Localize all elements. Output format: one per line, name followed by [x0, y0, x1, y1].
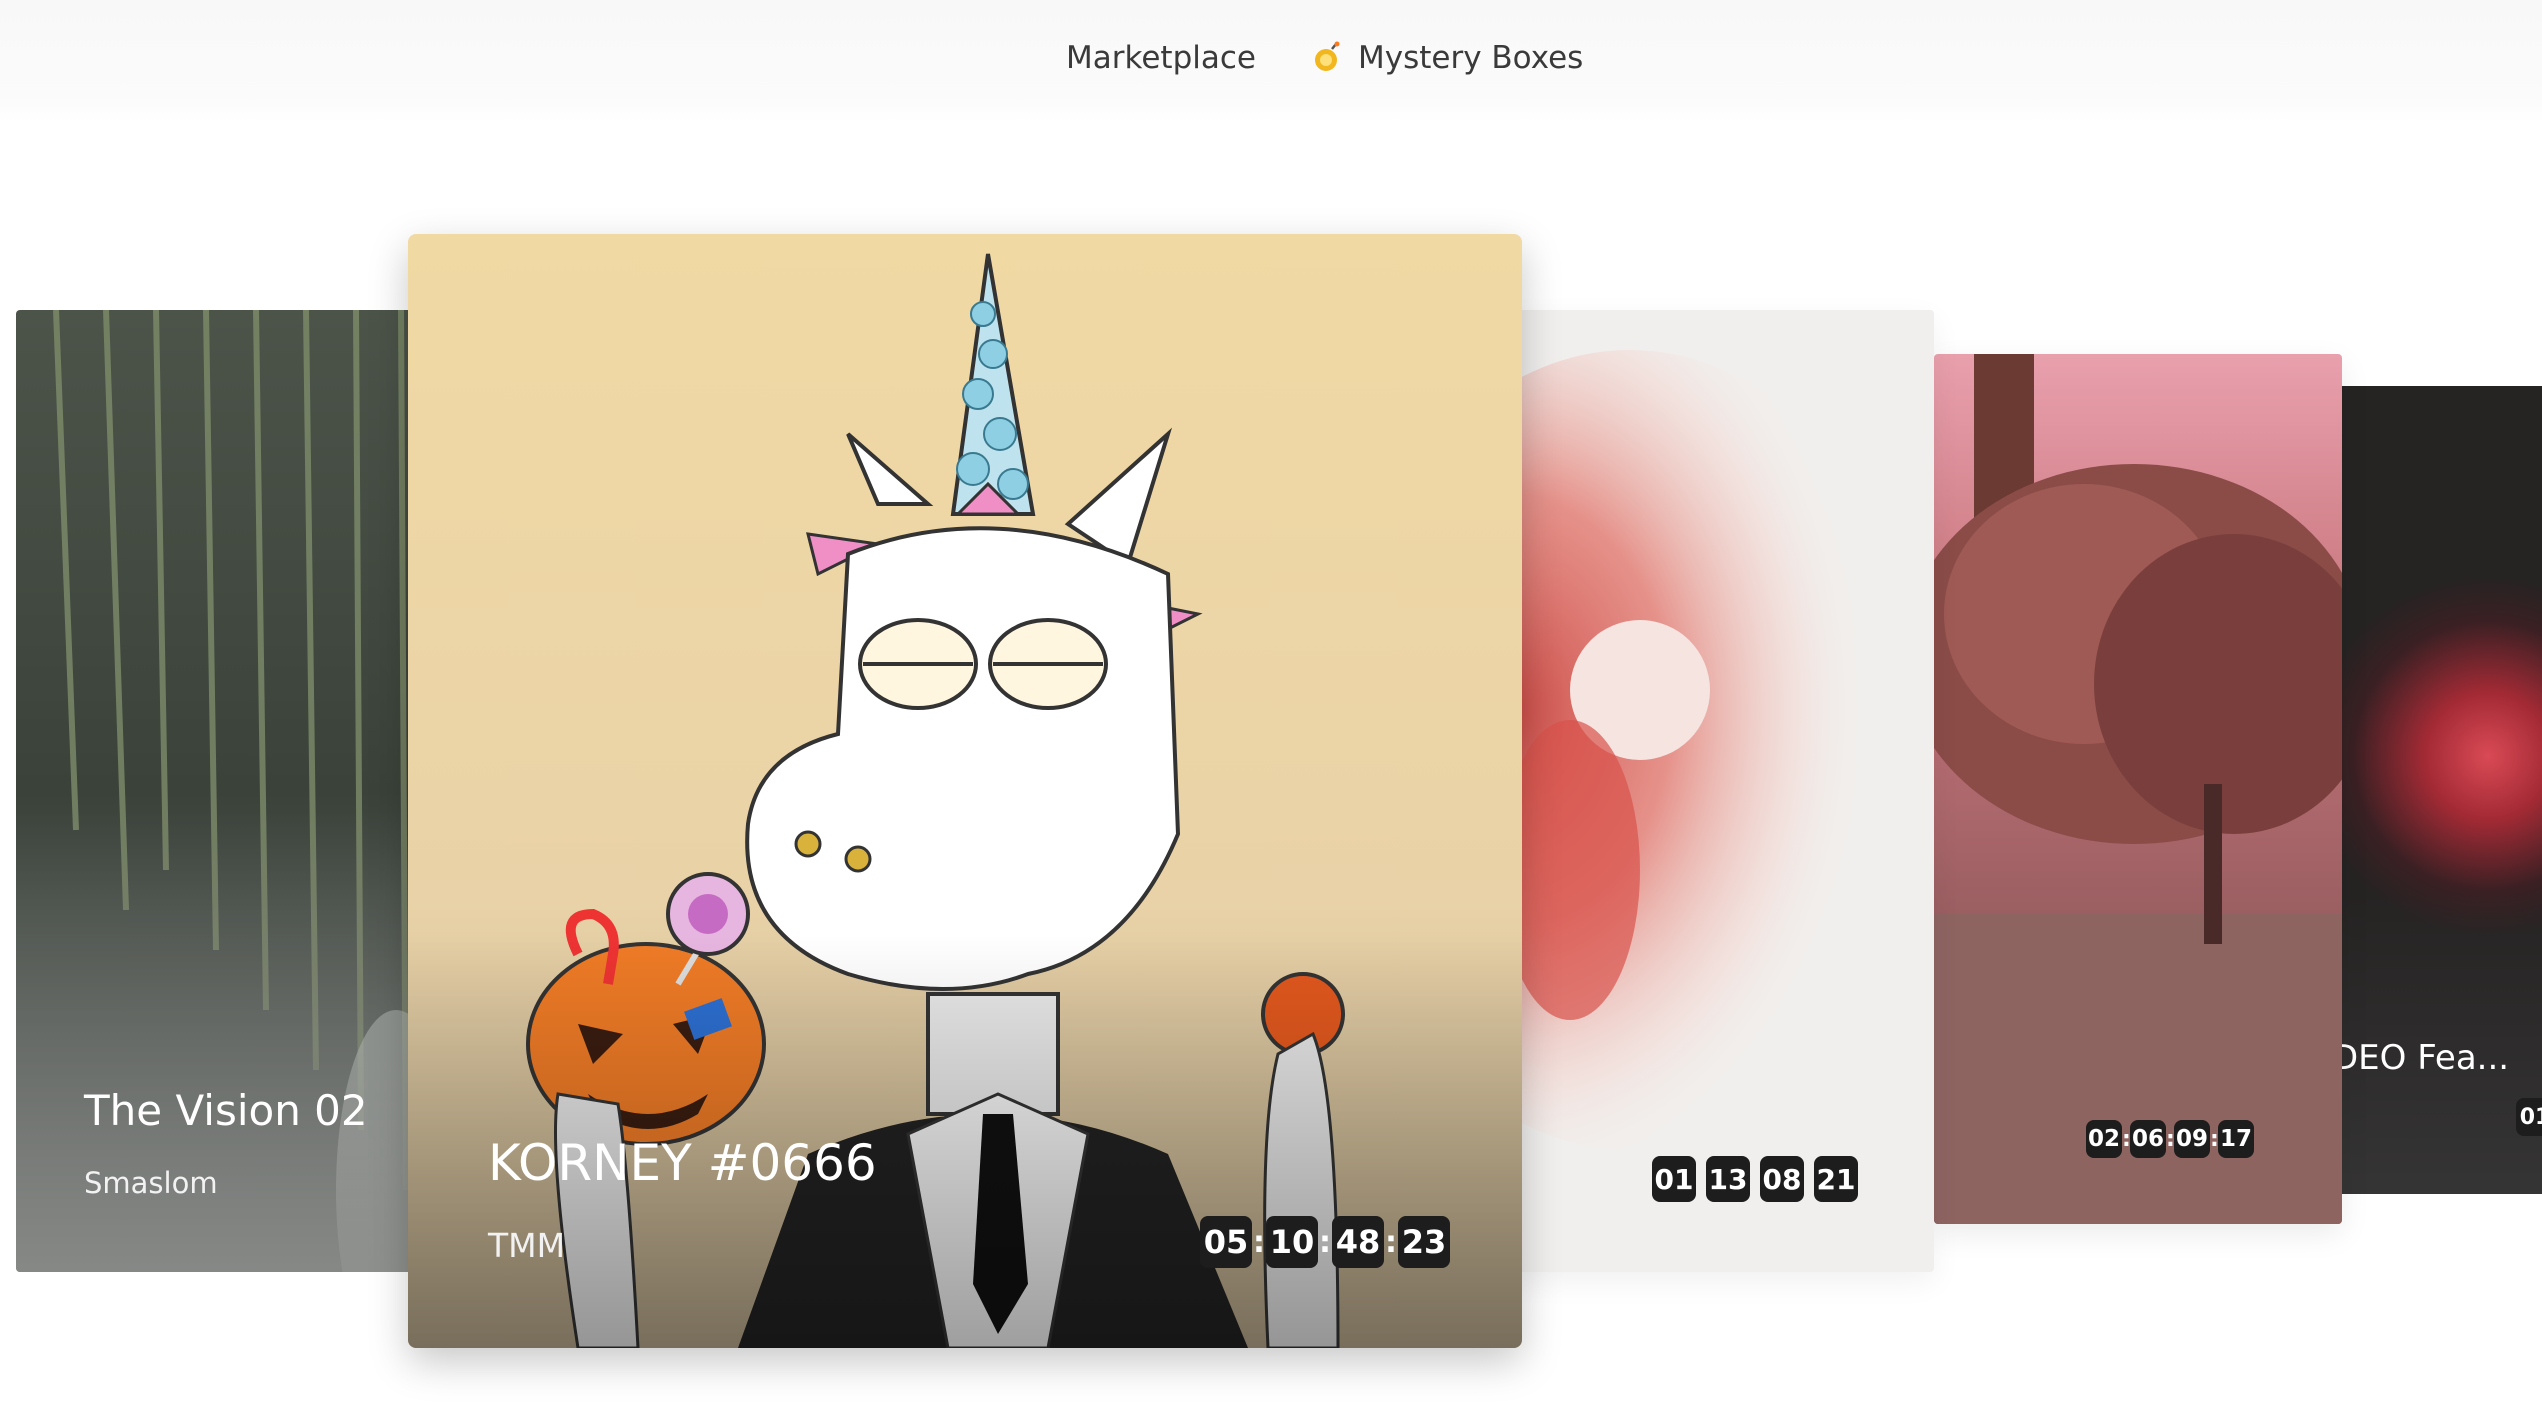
countdown-timer: 02 : 06 : 09 : 17 — [2086, 1120, 2254, 1158]
nav-marketplace[interactable]: Marketplace — [1066, 34, 1256, 82]
nav-marketplace-label: Marketplace — [1066, 40, 1256, 76]
timer-separator: : — [2210, 1126, 2219, 1152]
card-title: KORNEY #0666 — [488, 1134, 877, 1192]
bomb-icon — [1315, 41, 1340, 71]
timer-seconds: 23 — [1398, 1216, 1450, 1268]
timer-days: 02 — [2086, 1120, 2122, 1158]
timer-seconds: 17 — [2218, 1120, 2254, 1158]
timer-separator: : — [2122, 1126, 2131, 1152]
card-creator: TMM — [488, 1226, 566, 1265]
countdown-timer: 01 — [2516, 1098, 2542, 1136]
countdown-timer: 01 13 08 21 — [1652, 1156, 1858, 1202]
artwork-red-ink — [1510, 350, 1930, 1150]
nav-mystery-boxes[interactable]: Mystery Boxes — [1310, 34, 1583, 82]
timer-days: 01 — [1652, 1156, 1696, 1202]
card-creator: Smaslom — [84, 1166, 218, 1200]
timer-separator: : — [2166, 1126, 2175, 1152]
timer-days: 01 — [2516, 1098, 2542, 1136]
nft-card-red-ink[interactable]: 01 13 08 21 — [1510, 310, 1934, 1272]
countdown-timer: 05 : 10 : 48 : 23 — [1200, 1216, 1450, 1268]
card-title: The Vision 02 — [84, 1086, 368, 1135]
timer-separator: : — [1319, 1224, 1331, 1260]
timer-minutes: 08 — [1760, 1156, 1804, 1202]
timer-separator: : — [1253, 1224, 1265, 1260]
timer-separator: : — [1385, 1224, 1397, 1260]
timer-seconds: 21 — [1814, 1156, 1858, 1202]
timer-hours: 13 — [1706, 1156, 1750, 1202]
nav-mystery-boxes-label: Mystery Boxes — [1358, 40, 1584, 76]
nft-card-deo[interactable]: DEO Fea... 01 — [2338, 386, 2542, 1194]
top-nav-bar: Marketplace Mystery Boxes — [0, 0, 2542, 122]
nft-card-pink-tree[interactable]: 02 : 06 : 09 : 17 — [1934, 354, 2342, 1224]
timer-minutes: 09 — [2174, 1120, 2210, 1158]
timer-days: 05 — [1200, 1216, 1252, 1268]
timer-hours: 06 — [2130, 1120, 2166, 1158]
card-title: DEO Fea... — [2338, 1038, 2510, 1078]
timer-minutes: 48 — [1332, 1216, 1384, 1268]
nft-card-the-vision-02[interactable]: The Vision 02 Smaslom — [16, 310, 436, 1272]
nft-card-korney-0666[interactable]: KORNEY #0666 TMM 05 : 10 : 48 : 23 — [408, 234, 1522, 1348]
timer-hours: 10 — [1266, 1216, 1318, 1268]
artwork-pink-tree — [1934, 354, 2342, 1224]
